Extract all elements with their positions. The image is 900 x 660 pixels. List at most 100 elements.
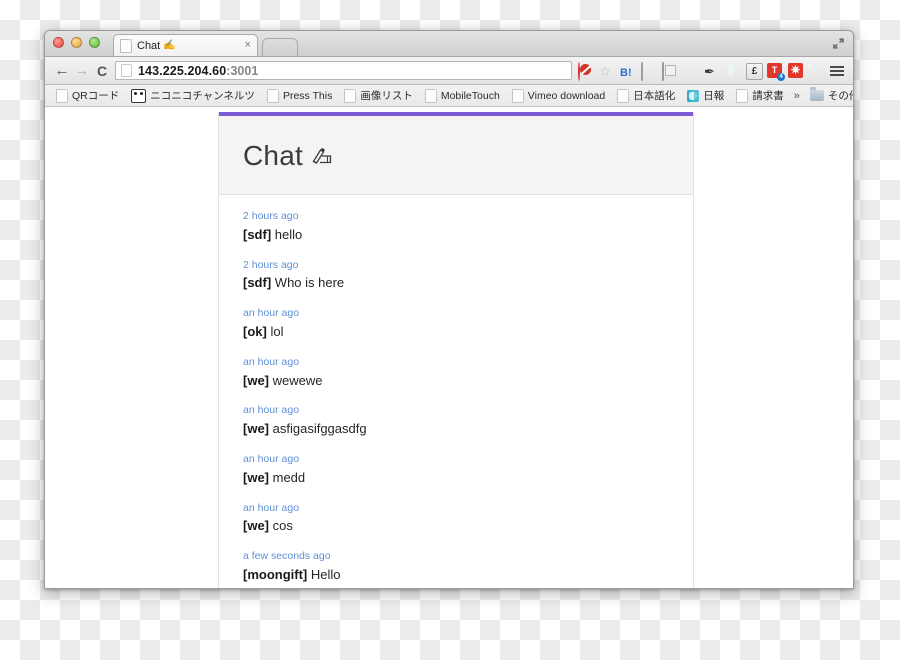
bookmark-item[interactable]: 請求書 bbox=[731, 86, 789, 105]
message-body: [we] wewewe bbox=[243, 372, 669, 391]
bookmark-item[interactable]: QRコード bbox=[51, 86, 124, 105]
pound-extension-icon[interactable]: £ bbox=[746, 62, 763, 80]
bookmarks-bar: QRコード ニコニコチャンネルツ Press This 画像リスト Mobile… bbox=[45, 85, 853, 107]
message-item: an hour ago [we] wewewe bbox=[243, 355, 669, 391]
message-body: [moongift] Hello bbox=[243, 566, 669, 585]
message-username: [we] bbox=[243, 372, 269, 388]
back-button[interactable]: ← bbox=[52, 63, 72, 78]
maximize-window-button[interactable] bbox=[89, 37, 100, 48]
message-item: an hour ago [ok] lol bbox=[243, 306, 669, 342]
message-item: an hour ago [we] medd bbox=[243, 452, 669, 488]
clip-extension-icon[interactable] bbox=[725, 63, 741, 79]
bookmark-label: QRコード bbox=[72, 90, 120, 102]
message-timestamp: an hour ago bbox=[243, 355, 300, 368]
message-username: [sdf] bbox=[243, 275, 272, 291]
browser-toolbar: ← → C 143.225.204.60 :3001 ☆ B! ✒ £ T4 ✷ bbox=[45, 57, 853, 85]
adblock-icon[interactable] bbox=[578, 61, 594, 81]
message-text: medd bbox=[272, 469, 306, 485]
page-title-text: Chat bbox=[243, 140, 303, 171]
bookmark-item[interactable]: ニコニコチャンネルツ bbox=[126, 86, 260, 105]
bookmark-item[interactable]: Vimeo download bbox=[507, 87, 610, 105]
close-window-button[interactable] bbox=[53, 37, 64, 48]
extension-icons: ☆ B! ✒ £ T4 ✷ bbox=[578, 61, 846, 81]
message-item: an hour ago [we] cos bbox=[243, 501, 669, 537]
tab-close-icon[interactable]: × bbox=[245, 40, 251, 51]
message-body: [we] asfigasifggasdfg bbox=[243, 420, 669, 439]
message-timestamp: 2 hours ago bbox=[243, 210, 299, 222]
message-text: cos bbox=[272, 518, 293, 534]
asterisk-extension-icon[interactable]: ✷ bbox=[788, 62, 804, 79]
window-titlebar: Chat ✍ × bbox=[45, 31, 853, 57]
tab-pen-icon: ✍ bbox=[163, 40, 176, 51]
tab-chat[interactable]: Chat ✍ × bbox=[113, 34, 258, 56]
page-info-icon bbox=[121, 64, 132, 77]
message-timestamp: a few seconds ago bbox=[243, 550, 331, 563]
message-timestamp: an hour ago bbox=[243, 307, 300, 320]
bookmark-item[interactable]: Press This bbox=[262, 87, 337, 105]
page-icon bbox=[511, 88, 524, 103]
page-icon bbox=[617, 88, 630, 103]
download-icon[interactable] bbox=[809, 63, 825, 79]
bookmark-label: 画像リスト bbox=[360, 90, 413, 102]
niconico-icon bbox=[131, 88, 147, 103]
message-text: lol bbox=[270, 323, 284, 339]
bookmark-item[interactable]: 画像リスト bbox=[339, 86, 418, 105]
message-text: Who is here bbox=[274, 275, 345, 291]
message-text: asfigasifggasdfg bbox=[272, 421, 367, 437]
bookmarks-overflow-icon[interactable]: » bbox=[791, 90, 803, 102]
bookmark-label: MobileTouch bbox=[440, 89, 500, 102]
document-extension-icon[interactable] bbox=[641, 61, 657, 81]
message-item: a few seconds ago [moongift] Hello bbox=[243, 549, 669, 585]
address-bar[interactable]: 143.225.204.60 :3001 bbox=[115, 61, 572, 80]
message-text: Hello bbox=[310, 566, 341, 582]
message-username: [we] bbox=[243, 469, 269, 485]
expand-arrows-icon[interactable] bbox=[832, 37, 845, 50]
message-username: [moongift] bbox=[243, 566, 308, 582]
chat-header: Chat bbox=[219, 112, 693, 195]
page-title: Chat bbox=[243, 142, 669, 170]
tab-title: Chat bbox=[137, 39, 161, 52]
message-body: [we] cos bbox=[243, 517, 669, 536]
other-bookmarks-folder[interactable]: その他のブックマーク bbox=[805, 86, 853, 105]
message-list: 2 hours ago [sdf] hello 2 hours ago [sdf… bbox=[219, 195, 693, 588]
message-body: [we] medd bbox=[243, 469, 669, 488]
message-timestamp: an hour ago bbox=[243, 452, 300, 465]
tab-strip: Chat ✍ × bbox=[113, 34, 298, 56]
page-icon bbox=[344, 88, 357, 103]
bookmark-label: 請求書 bbox=[752, 90, 784, 102]
url-host-text: 143.225.204.60 bbox=[138, 63, 227, 78]
bookmark-item[interactable]: 日報 bbox=[682, 86, 729, 105]
url-port-text: :3001 bbox=[226, 63, 259, 78]
bookmark-item[interactable]: 日本語化 bbox=[612, 86, 680, 105]
message-body: [sdf] hello bbox=[243, 226, 669, 245]
chrome-menu-icon[interactable] bbox=[830, 63, 846, 79]
bookmark-label: 日報 bbox=[703, 90, 725, 102]
message-username: [ok] bbox=[243, 323, 267, 339]
message-text: hello bbox=[274, 226, 303, 242]
minimize-window-button[interactable] bbox=[71, 37, 82, 48]
page-viewport: Chat 2 hours ago [sdf] hello 2 hours ago… bbox=[45, 107, 853, 588]
message-timestamp: an hour ago bbox=[243, 404, 300, 417]
bookmark-item[interactable]: MobileTouch bbox=[420, 87, 505, 105]
message-item: 2 hours ago [sdf] Who is here bbox=[243, 258, 669, 294]
box-extension-icon[interactable] bbox=[662, 61, 678, 81]
bookmark-label: Vimeo download bbox=[527, 89, 606, 102]
wave-extension-icon[interactable] bbox=[683, 63, 699, 79]
tab-favicon-icon bbox=[120, 38, 132, 53]
message-item: 2 hours ago [sdf] hello bbox=[243, 209, 669, 245]
bookmark-star-icon[interactable]: ☆ bbox=[599, 63, 615, 79]
page-icon bbox=[266, 88, 279, 103]
page-icon bbox=[424, 88, 437, 103]
forward-button[interactable]: → bbox=[72, 63, 92, 78]
chat-container: Chat 2 hours ago [sdf] hello 2 hours ago… bbox=[218, 112, 694, 588]
message-timestamp: 2 hours ago bbox=[243, 258, 299, 271]
eyedropper-icon[interactable]: ✒ bbox=[704, 63, 720, 79]
reload-button[interactable]: C bbox=[92, 64, 112, 78]
page-icon bbox=[736, 88, 749, 103]
message-item: an hour ago [we] asfigasifggasdfg bbox=[243, 403, 669, 439]
browser-window: Chat ✍ × ← → C 143.225.204.60 :3001 ☆ B!… bbox=[44, 30, 854, 589]
new-tab-button[interactable] bbox=[262, 38, 298, 56]
bookmark-label: Press This bbox=[282, 89, 333, 102]
hatena-bookmark-icon[interactable]: B! bbox=[620, 63, 636, 79]
todoist-icon[interactable]: T4 bbox=[767, 62, 785, 81]
